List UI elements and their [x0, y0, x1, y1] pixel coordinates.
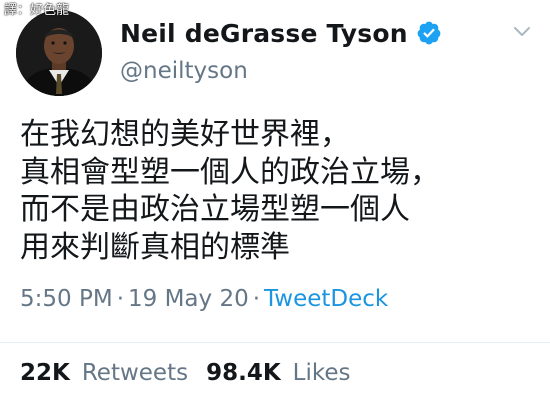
divider: [0, 342, 550, 343]
retweets-label[interactable]: Retweets: [82, 360, 188, 386]
user-handle[interactable]: @neiltyson: [120, 58, 248, 84]
tweet-line: 用來判斷真相的標準: [20, 229, 290, 265]
meta-separator: ·: [116, 286, 124, 312]
tweet-date[interactable]: 19 May 20: [128, 286, 249, 312]
meta-separator: ·: [252, 286, 261, 312]
user-name-row: Neil deGrasse Tyson: [120, 15, 442, 51]
avatar-photo: [16, 10, 102, 96]
likes-label[interactable]: Likes: [293, 360, 351, 386]
tweet-text: 在我幻想的美好世界裡， 真相會型塑一個人的政治立場， 而不是由政治立場型塑一個人…: [20, 116, 545, 266]
tweet-line: 而不是由政治立場型塑一個人: [20, 192, 410, 227]
tweet-line: 在我幻想的美好世界裡，: [20, 117, 350, 152]
tweet-stats: 22K Retweets 98.4K Likes: [20, 360, 351, 386]
likes-count[interactable]: 98.4K: [206, 360, 281, 386]
display-name[interactable]: Neil deGrasse Tyson: [120, 19, 408, 48]
source-link[interactable]: TweetDeck: [264, 286, 388, 312]
tweet-line: 真相會型塑一個人的政治立場，: [20, 154, 440, 190]
retweets-count[interactable]: 22K: [20, 360, 70, 386]
chevron-down-icon[interactable]: [509, 22, 535, 42]
tweet-time[interactable]: 5:50 PM: [20, 286, 113, 312]
avatar[interactable]: [16, 10, 102, 96]
translator-watermark: 譯：好色龍: [4, 3, 70, 18]
verified-badge-icon: [416, 20, 442, 46]
tweet-metadata: 5:50 PM · 19 May 20 · TweetDeck: [20, 286, 388, 312]
